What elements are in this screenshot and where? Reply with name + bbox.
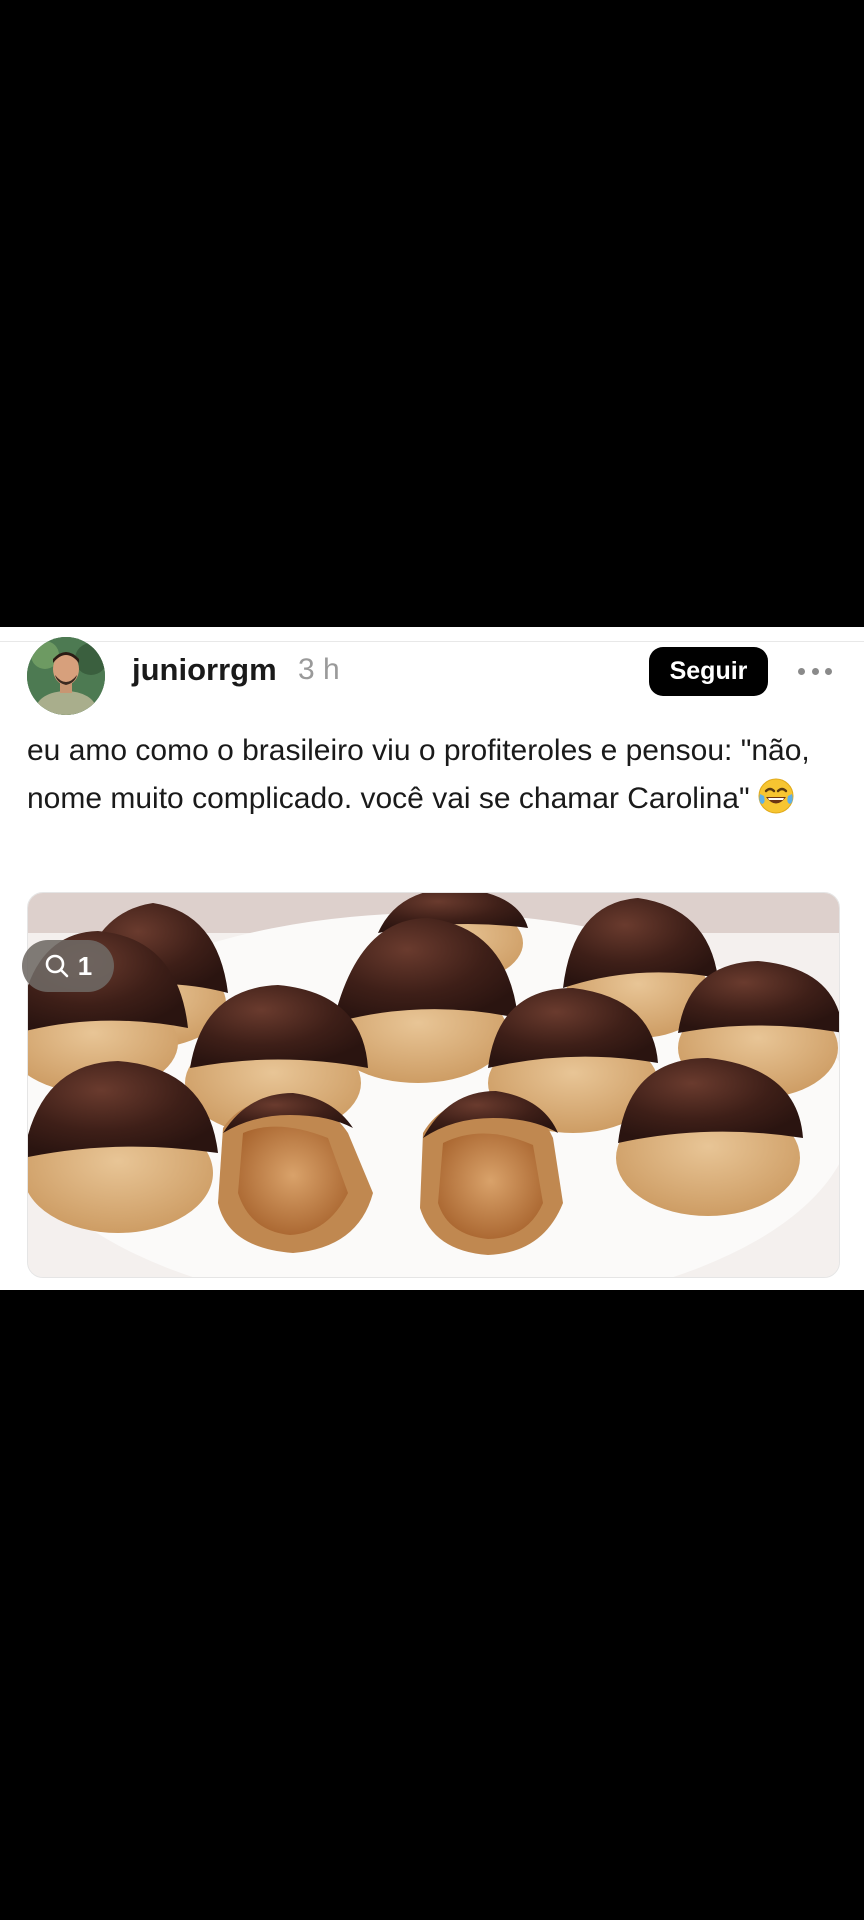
comment-count: 1 [77, 950, 93, 981]
tears-of-joy-icon [758, 778, 794, 814]
post-timestamp: 3 h [298, 653, 340, 686]
post-image[interactable] [27, 892, 840, 1278]
avatar-image [27, 637, 105, 715]
post-text-content: eu amo como o brasileiro viu o profitero… [27, 734, 810, 815]
post-card: juniorrgm 3 h Seguir eu amo como o brasi… [0, 627, 864, 1290]
more-options-icon[interactable] [798, 657, 832, 685]
post-text: eu amo como o brasileiro viu o profitero… [27, 727, 847, 823]
search-icon [45, 954, 69, 978]
username[interactable]: juniorrgm [132, 652, 277, 688]
comment-count-badge[interactable]: 1 [22, 940, 114, 992]
avatar[interactable] [27, 637, 105, 715]
card-divider [0, 627, 864, 642]
profiteroles-photo [28, 893, 839, 1277]
follow-button[interactable]: Seguir [649, 647, 768, 696]
